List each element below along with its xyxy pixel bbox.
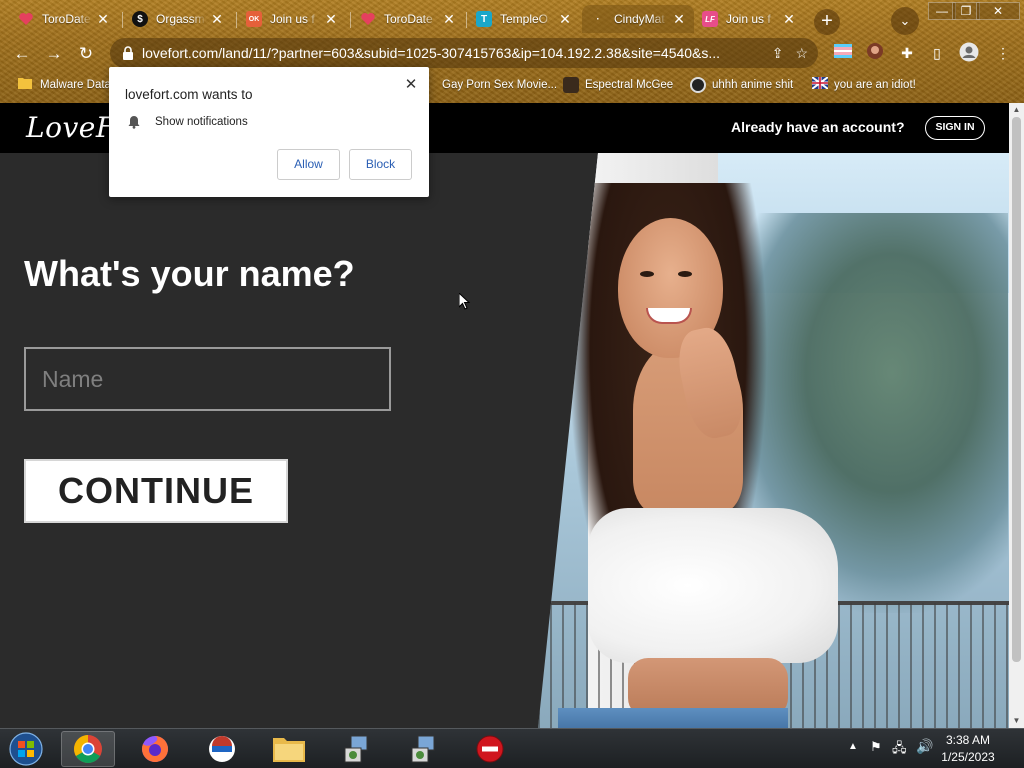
tab-join-us-2[interactable]: LF Join us f ✕	[694, 5, 804, 33]
chrome-icon[interactable]	[61, 731, 115, 767]
page-scrollbar[interactable]: ▲ ▼	[1009, 103, 1024, 728]
circle-s-icon: $	[132, 11, 148, 27]
tab-strip: ToroDate ✕ $ Orgassmo ✕ OK Join us f ✕ T…	[0, 2, 1024, 35]
bookmark-label: you are an idiot!	[834, 79, 916, 91]
bookmark-label: Gay Porn Sex Movie...	[442, 79, 558, 91]
close-icon[interactable]: ✕	[442, 11, 456, 28]
tray-expand-icon[interactable]: ▲	[848, 741, 858, 752]
profile-icon[interactable]	[958, 42, 980, 64]
flag-icon	[811, 76, 829, 93]
close-icon[interactable]: ✕	[403, 75, 419, 93]
start-orb-icon[interactable]	[0, 731, 52, 767]
star-icon[interactable]: ☆	[795, 45, 808, 62]
close-icon[interactable]: ✕	[782, 11, 796, 28]
bookmark-idiot[interactable]: you are an idiot!	[811, 76, 916, 94]
bookmark-label: Malware Data	[40, 79, 111, 91]
already-account-text: Already have an account?	[731, 119, 905, 135]
bell-icon	[128, 116, 140, 129]
bookmark-label: uhhh anime shit	[712, 79, 794, 91]
continue-button[interactable]: CONTINUE	[24, 459, 288, 523]
tab-title: Join us f	[726, 12, 771, 26]
ok-icon: OK	[246, 11, 262, 27]
extension-avatar-icon[interactable]	[864, 42, 886, 64]
new-tab-button[interactable]: +	[814, 9, 840, 35]
extension-flag-icon[interactable]	[832, 42, 854, 64]
close-icon[interactable]: ✕	[672, 11, 686, 28]
name-input[interactable]	[24, 347, 391, 411]
url-text: lovefort.com/land/11/?partner=603&subid=…	[142, 45, 721, 61]
tab-torodate-2[interactable]: ToroDate ✕	[352, 5, 464, 33]
name-question-heading: What's your name?	[24, 253, 355, 294]
close-icon[interactable]: ✕	[96, 11, 110, 28]
tab-separator	[466, 12, 467, 28]
installer-icon[interactable]	[329, 731, 383, 767]
hero-photo	[538, 153, 1009, 728]
back-icon[interactable]: ←	[8, 40, 36, 68]
folder-icon	[18, 77, 34, 93]
close-icon[interactable]: ✕	[210, 11, 224, 28]
tab-cindymat[interactable]: · CindyMat ✕	[582, 5, 694, 33]
clock-date: 1/25/2023	[941, 750, 995, 764]
tab-separator	[350, 12, 351, 28]
opera-icon[interactable]	[195, 731, 249, 767]
close-icon[interactable]: ✕	[324, 11, 338, 28]
bookmark-label: Espectral McGee	[585, 79, 674, 91]
bookmark-gay-porn[interactable]: Gay Porn Sex Movie...	[420, 76, 557, 94]
mouse-cursor-icon	[459, 293, 471, 310]
forward-icon[interactable]: →	[40, 40, 68, 68]
windows-taskbar: ▲ ⚑ 🖧 🔊 3:38 AM 1/25/2023	[0, 728, 1024, 768]
bookmark-anime[interactable]: uhhh anime shit	[690, 76, 793, 94]
tab-title: Orgassmo	[156, 12, 206, 26]
heart-icon	[18, 11, 34, 27]
ghost-icon	[563, 77, 579, 93]
installer-icon[interactable]	[396, 731, 450, 767]
scroll-down-icon[interactable]: ▼	[1009, 714, 1024, 728]
bookmark-espectral[interactable]: Espectral McGee	[563, 76, 673, 94]
extensions-puzzle-icon[interactable]: ✚	[896, 42, 918, 64]
tab-title: CindyMat	[614, 12, 665, 26]
heart-icon	[360, 11, 376, 27]
tab-search-button[interactable]: ⌄	[891, 7, 919, 35]
system-clock[interactable]: 3:38 AM 1/25/2023	[918, 732, 1018, 766]
dot-icon: ·	[596, 13, 600, 25]
prompt-title: lovefort.com wants to	[125, 87, 253, 102]
scrollbar-thumb[interactable]	[1012, 117, 1021, 662]
notification-permission-prompt: lovefort.com wants to ✕ Show notificatio…	[109, 67, 429, 197]
side-panel-icon[interactable]: ▯	[926, 42, 948, 64]
prompt-permission-text: Show notifications	[155, 116, 248, 128]
tab-title: ToroDate	[42, 12, 91, 26]
scroll-up-icon[interactable]: ▲	[1009, 103, 1024, 117]
tab-join-us-1[interactable]: OK Join us f ✕	[238, 5, 346, 33]
browser-toolbar: ← → ↻ lovefort.com/land/11/?partner=603&…	[0, 36, 1024, 70]
tab-title: ToroDate	[384, 12, 433, 26]
anime-icon	[690, 77, 706, 93]
firefox-icon[interactable]	[128, 731, 182, 767]
lf-icon: LF	[702, 11, 718, 27]
temple-icon: T	[476, 11, 492, 27]
allow-button[interactable]: Allow	[277, 149, 340, 180]
address-bar[interactable]: lovefort.com/land/11/?partner=603&subid=…	[110, 38, 818, 68]
tab-torodate-1[interactable]: ToroDate ✕	[10, 5, 118, 33]
tab-title: Join us f	[270, 12, 315, 26]
clock-time: 3:38 AM	[945, 733, 991, 747]
network-icon[interactable]: 🖧	[892, 739, 907, 761]
reload-icon[interactable]: ↻	[72, 40, 100, 68]
folder-icon[interactable]	[262, 731, 316, 767]
tab-separator	[236, 12, 237, 28]
menu-kebab-icon[interactable]: ⋮	[992, 42, 1014, 64]
share-icon[interactable]: ⇪	[772, 45, 784, 62]
stop-icon[interactable]	[463, 731, 517, 767]
bookmark-malware-data[interactable]: Malware Data	[18, 76, 111, 94]
lock-icon	[123, 46, 133, 60]
tab-templeo[interactable]: T TempleO ✕	[468, 5, 580, 33]
action-center-flag-icon[interactable]: ⚑	[870, 739, 882, 755]
tab-title: TempleO	[500, 12, 549, 26]
sign-in-button[interactable]: SIGN IN	[925, 116, 985, 140]
close-icon[interactable]: ✕	[558, 11, 572, 28]
block-button[interactable]: Block	[349, 149, 412, 180]
tab-orgassmo[interactable]: $ Orgassmo ✕	[124, 5, 232, 33]
close-window-button[interactable]: ✕	[976, 2, 1020, 20]
tab-separator	[122, 12, 123, 28]
